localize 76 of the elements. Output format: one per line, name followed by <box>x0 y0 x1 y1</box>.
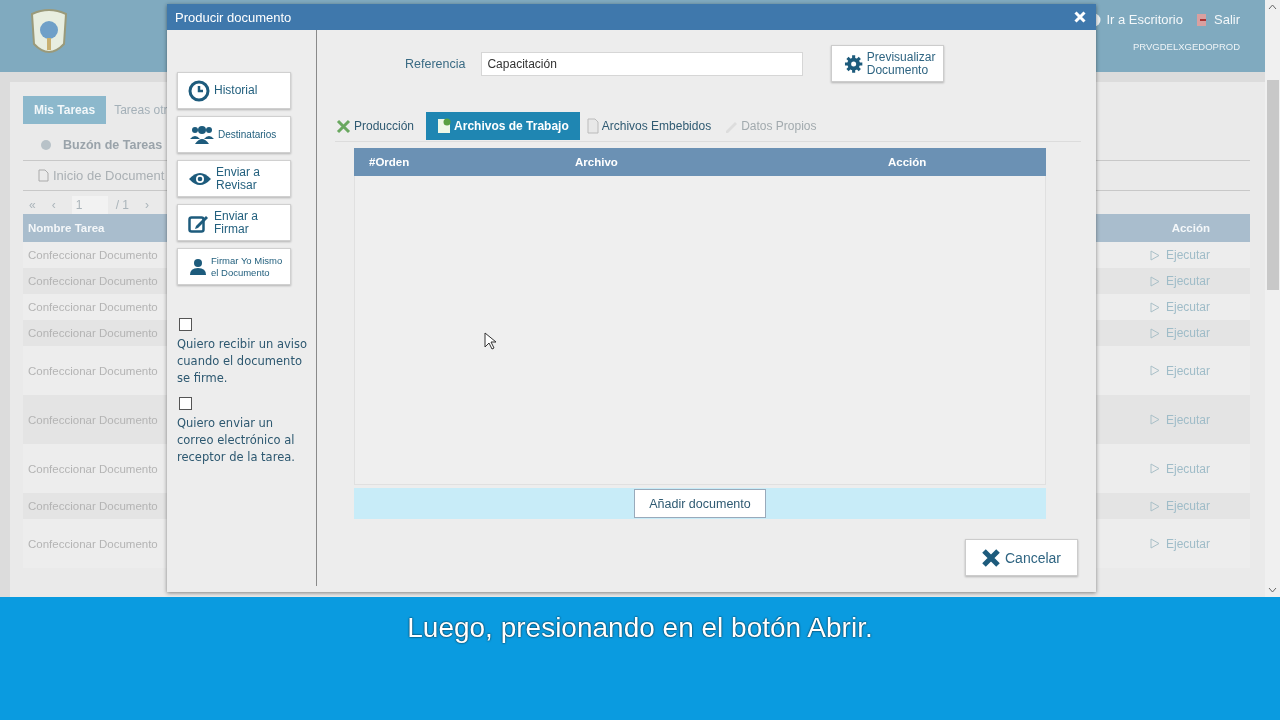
run-link[interactable]: Ejecutar <box>1149 412 1210 427</box>
run-link[interactable]: Ejecutar <box>1149 363 1210 378</box>
side-button[interactable]: Firmar Yo Mismo el Documento <box>177 248 291 285</box>
username: PRVGDELXGEDOPROD <box>1133 41 1240 52</box>
header-link[interactable]: Salir <box>1195 12 1240 27</box>
play-icon <box>1149 301 1160 313</box>
table-cell: Confeccionar Documento <box>28 249 158 261</box>
inbox-title: Buzón de Tareas <box>63 138 163 152</box>
table-cell: Confeccionar Documento <box>28 301 158 313</box>
door-icon <box>1195 12 1209 27</box>
cancel-button[interactable]: Cancelar <box>965 539 1078 576</box>
document-icon <box>586 118 599 134</box>
subtitle: Luego, presionando en el botón Abrir. <box>407 611 873 645</box>
play-icon <box>1149 500 1160 512</box>
people-icon <box>190 124 214 145</box>
task-tab[interactable]: Mis Tareas <box>23 96 107 124</box>
play-icon <box>1149 365 1160 376</box>
dialog-tab[interactable]: Archivos Embebidos <box>585 112 718 140</box>
side-button[interactable]: Historial <box>177 72 291 109</box>
gear-icon <box>844 53 864 74</box>
table-cell: Confeccionar Documento <box>28 462 158 475</box>
page-field[interactable]: 1 <box>71 196 108 214</box>
add-document-button[interactable]: Añadir documento <box>634 489 766 518</box>
page-total: / 1 <box>115 198 130 212</box>
document-icon <box>38 169 49 182</box>
column-header: Acción <box>1171 222 1210 234</box>
side-button[interactable]: Destinatarios <box>177 116 291 153</box>
side-button[interactable]: Enviar a Firmar <box>177 204 291 241</box>
tools-icon <box>336 118 351 134</box>
play-icon <box>1149 414 1160 425</box>
side-button[interactable]: Enviar a Revisar <box>177 160 291 197</box>
play-icon <box>1149 327 1160 339</box>
scrollbar[interactable] <box>1265 0 1280 597</box>
dialog-tab[interactable]: Archivos de Trabajo <box>426 112 580 140</box>
reference-field[interactable]: Capacitación <box>481 51 804 76</box>
close-icon[interactable] <box>1074 11 1086 23</box>
run-link[interactable]: Ejecutar <box>1149 300 1210 314</box>
table-cell: Confeccionar Documento <box>28 364 158 377</box>
preview-button[interactable]: Previsualizar Documento <box>831 45 945 82</box>
column-header: #Orden <box>369 156 411 168</box>
run-link[interactable]: Ejecutar <box>1149 326 1210 340</box>
column-header: Acción <box>888 156 927 168</box>
column-header: Nombre Tarea <box>28 222 105 234</box>
cursor-icon <box>484 332 496 350</box>
dialog-tab[interactable]: Producción <box>335 112 421 140</box>
dialog-title: Producir documento <box>175 9 292 25</box>
run-link[interactable]: Ejecutar <box>1149 499 1210 513</box>
checkbox-label: Quiero enviar un correo electrónico al receptor de la tarea. <box>177 415 295 466</box>
run-link[interactable]: Ejecutar <box>1149 536 1210 551</box>
eye-icon <box>188 170 212 187</box>
checkbox-label: Quiero recibir un aviso cuando el documento se firme. <box>177 336 308 387</box>
run-link[interactable]: Ejecutar <box>1149 461 1210 476</box>
close-icon <box>981 547 1001 568</box>
run-link[interactable]: Ejecutar <box>1149 248 1210 262</box>
play-icon <box>1149 463 1160 474</box>
caret-down-icon <box>1268 587 1277 593</box>
task-tab[interactable]: Tareas otr <box>114 96 168 124</box>
first-page-button[interactable]: « <box>29 198 36 212</box>
checkbox[interactable] <box>179 318 192 331</box>
clock-icon <box>188 79 210 102</box>
document-icon <box>437 118 452 134</box>
caret-up-icon <box>1268 4 1277 10</box>
checkbox[interactable] <box>179 397 192 410</box>
play-icon <box>1149 275 1160 287</box>
play-icon <box>1149 538 1160 549</box>
user-icon <box>190 257 206 276</box>
previous-page-button[interactable]: ‹ <box>51 198 56 212</box>
section-link[interactable]: Inicio de Document <box>53 168 165 183</box>
table-cell: Confeccionar Documento <box>28 537 158 550</box>
reference-label: Referencia <box>405 56 466 71</box>
run-link[interactable]: Ejecutar <box>1149 274 1210 288</box>
next-page-button[interactable]: › <box>145 198 150 212</box>
column-header: Archivo <box>575 156 619 168</box>
play-icon <box>1149 249 1160 261</box>
scrollbar-thumb[interactable] <box>1266 80 1279 290</box>
dot-icon <box>41 140 51 150</box>
